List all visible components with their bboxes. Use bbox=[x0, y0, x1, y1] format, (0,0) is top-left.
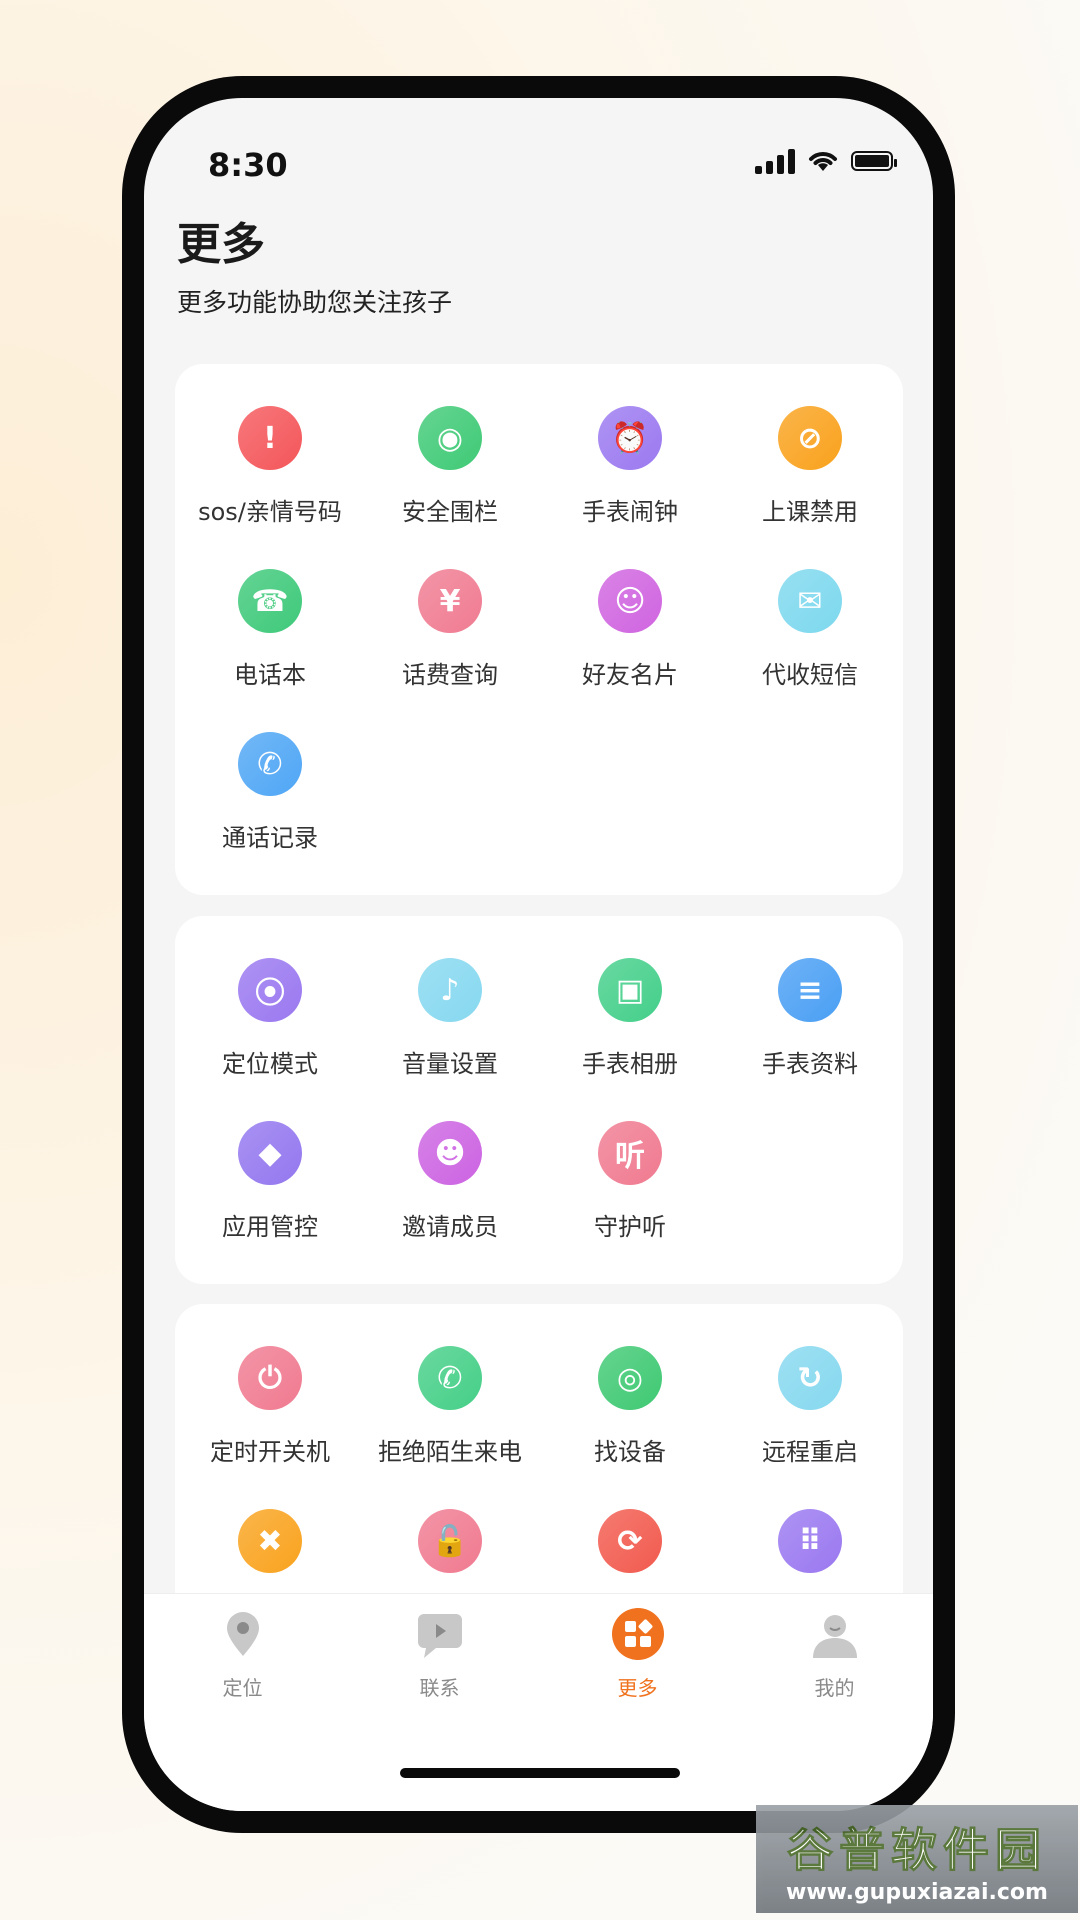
feature-item[interactable]: ◎ 找设备 bbox=[539, 1346, 721, 1467]
location-pin-icon bbox=[226, 1612, 259, 1656]
volume-icon: ♪ bbox=[418, 958, 482, 1022]
feature-card-general: ! sos/亲情号码 ◉ 安全围栏 ⏰ 手表闹钟 ⊘ 上课禁用 ☎ 电话本 ¥ 话费查询 ☺ 好友名片 ✉ 代… bbox=[175, 364, 903, 895]
feature-item[interactable]: ↻ 远程重启 bbox=[719, 1346, 901, 1467]
tab-label: 联系 bbox=[419, 1676, 460, 1700]
feature-label: 音量设置 bbox=[402, 1050, 498, 1078]
bill-icon: ¥ bbox=[418, 569, 482, 633]
tab-2[interactable]: 更多 bbox=[539, 1606, 736, 1701]
feature-card-settings: ⦿ 定位模式 ♪ 音量设置 ▣ 手表相册 ≡ 手表资料 ◆ 应用管控 ☻ 邀请成员 听守护听 bbox=[175, 916, 903, 1284]
remote-restart-icon: ↻ bbox=[778, 1346, 842, 1410]
feature-label: 代收短信 bbox=[762, 661, 858, 689]
home-indicator bbox=[400, 1768, 680, 1778]
chat-video-icon bbox=[417, 1614, 462, 1658]
feature-item[interactable]: ◆ 应用管控 bbox=[179, 1121, 361, 1242]
dialpad-icon: ⠿ bbox=[778, 1509, 842, 1573]
feature-label: 电话本 bbox=[234, 661, 306, 689]
feature-item[interactable]: ◉ 安全围栏 bbox=[359, 406, 541, 527]
power-timer-icon: ⏻ bbox=[238, 1346, 302, 1410]
feature-label: 远程重启 bbox=[762, 1438, 858, 1466]
feature-label: sos/亲情号码 bbox=[198, 498, 342, 526]
feature-label: 找设备 bbox=[594, 1438, 666, 1466]
signal-icon bbox=[755, 148, 795, 174]
tab-0[interactable]: 定位 bbox=[144, 1606, 341, 1701]
feature-label: 定位模式 bbox=[222, 1050, 318, 1078]
reject-call-icon: ✆ bbox=[418, 1346, 482, 1410]
feature-label: 应用管控 bbox=[222, 1213, 318, 1241]
feature-item[interactable]: 听守护听 bbox=[539, 1121, 721, 1242]
feature-item[interactable]: ⊘ 上课禁用 bbox=[719, 406, 901, 527]
site-watermark: 谷普软件园 www.gupuxiazai.com bbox=[756, 1805, 1078, 1913]
feature-item[interactable]: ☺ 好友名片 bbox=[539, 569, 721, 690]
feature-item[interactable]: ☎ 电话本 bbox=[179, 569, 361, 690]
phone-frame: 8:30 更多 更多功能协助您关注孩子 ! sos/亲情号码 ◉ 安全围栏 ⏰ 手表闹钟 ⊘… bbox=[122, 76, 955, 1833]
feature-item[interactable]: ¥ 话费查询 bbox=[359, 569, 541, 690]
location-mode-icon: ⦿ bbox=[238, 958, 302, 1022]
feature-item[interactable]: ! sos/亲情号码 bbox=[179, 406, 361, 527]
watermark-title: 谷普软件园 bbox=[787, 1822, 1047, 1877]
feature-item[interactable]: ♪ 音量设置 bbox=[359, 958, 541, 1079]
feature-item[interactable]: ☻ 邀请成员 bbox=[359, 1121, 541, 1242]
bottom-tab-bar: 定位 联系 更多 我的 bbox=[144, 1593, 933, 1811]
feature-item[interactable]: ✉ 代收短信 bbox=[719, 569, 901, 690]
app-screen: 8:30 更多 更多功能协助您关注孩子 ! sos/亲情号码 ◉ 安全围栏 ⏰ 手表闹钟 ⊘… bbox=[144, 98, 933, 1811]
album-icon: ▣ bbox=[598, 958, 662, 1022]
tab-3[interactable]: 我的 bbox=[736, 1606, 933, 1701]
feature-label: 话费查询 bbox=[402, 661, 498, 689]
feature-item[interactable]: ⏰ 手表闹钟 bbox=[539, 406, 721, 527]
feature-label: 邀请成员 bbox=[402, 1213, 498, 1241]
tab-label: 我的 bbox=[814, 1676, 855, 1700]
feature-label: 好友名片 bbox=[582, 661, 678, 689]
status-icons bbox=[755, 148, 897, 174]
feature-label: 守护听 bbox=[594, 1213, 666, 1241]
friend-card-icon: ☺ bbox=[598, 569, 662, 633]
alarm-icon: ⏰ bbox=[598, 406, 662, 470]
page-title: 更多 bbox=[177, 219, 265, 270]
feature-label: 手表相册 bbox=[582, 1050, 678, 1078]
fence-icon: ◉ bbox=[418, 406, 482, 470]
app-control-icon: ◆ bbox=[238, 1121, 302, 1185]
status-time: 8:30 bbox=[208, 146, 288, 184]
feature-item[interactable]: ✆ 通话记录 bbox=[179, 732, 361, 853]
call-log-icon: ✆ bbox=[238, 732, 302, 796]
unbind-icon: ✖ bbox=[238, 1509, 302, 1573]
invite-icon: ☻ bbox=[418, 1121, 482, 1185]
feature-item[interactable]: ⏻ 定时开关机 bbox=[179, 1346, 361, 1467]
feature-label: 定时开关机 bbox=[210, 1438, 330, 1466]
unlock-icon: 🔓 bbox=[418, 1509, 482, 1573]
watermark-url: www.gupuxiazai.com bbox=[786, 1879, 1048, 1905]
guard-listen-icon: 听 bbox=[598, 1121, 662, 1185]
feature-label: 手表闹钟 bbox=[582, 498, 678, 526]
feature-label: 通话记录 bbox=[222, 824, 318, 852]
page-subtitle: 更多功能协助您关注孩子 bbox=[177, 288, 453, 317]
feature-item[interactable]: ≡ 手表资料 bbox=[719, 958, 901, 1079]
tab-label: 更多 bbox=[617, 1676, 658, 1700]
reset-icon: ⟳ bbox=[598, 1509, 662, 1573]
phonebook-icon: ☎ bbox=[238, 569, 302, 633]
alert-icon: ! bbox=[238, 406, 302, 470]
tab-1[interactable]: 联系 bbox=[341, 1606, 538, 1701]
feature-item[interactable]: ⦿ 定位模式 bbox=[179, 958, 361, 1079]
tab-label: 定位 bbox=[222, 1676, 263, 1700]
feature-item[interactable]: ▣ 手表相册 bbox=[539, 958, 721, 1079]
battery-icon bbox=[851, 151, 897, 171]
feature-card-device: ⏻定时开关机✆拒绝陌生来电◎找设备↻远程重启✖解除设备绑定🔓解除锁屏密码⟳重置设… bbox=[175, 1304, 903, 1634]
feature-label: 拒绝陌生来电 bbox=[378, 1438, 522, 1466]
feature-label: 上课禁用 bbox=[762, 498, 858, 526]
wifi-icon bbox=[809, 152, 837, 171]
feature-label: 安全围栏 bbox=[402, 498, 498, 526]
profile-icon bbox=[812, 1615, 857, 1658]
class-disable-icon: ⊘ bbox=[778, 406, 842, 470]
sms-icon: ✉ bbox=[778, 569, 842, 633]
find-device-icon: ◎ bbox=[598, 1346, 662, 1410]
feature-label: 手表资料 bbox=[762, 1050, 858, 1078]
grid-more-icon bbox=[611, 1608, 664, 1660]
watch-info-icon: ≡ bbox=[778, 958, 842, 1022]
feature-item[interactable]: ✆ 拒绝陌生来电 bbox=[359, 1346, 541, 1467]
